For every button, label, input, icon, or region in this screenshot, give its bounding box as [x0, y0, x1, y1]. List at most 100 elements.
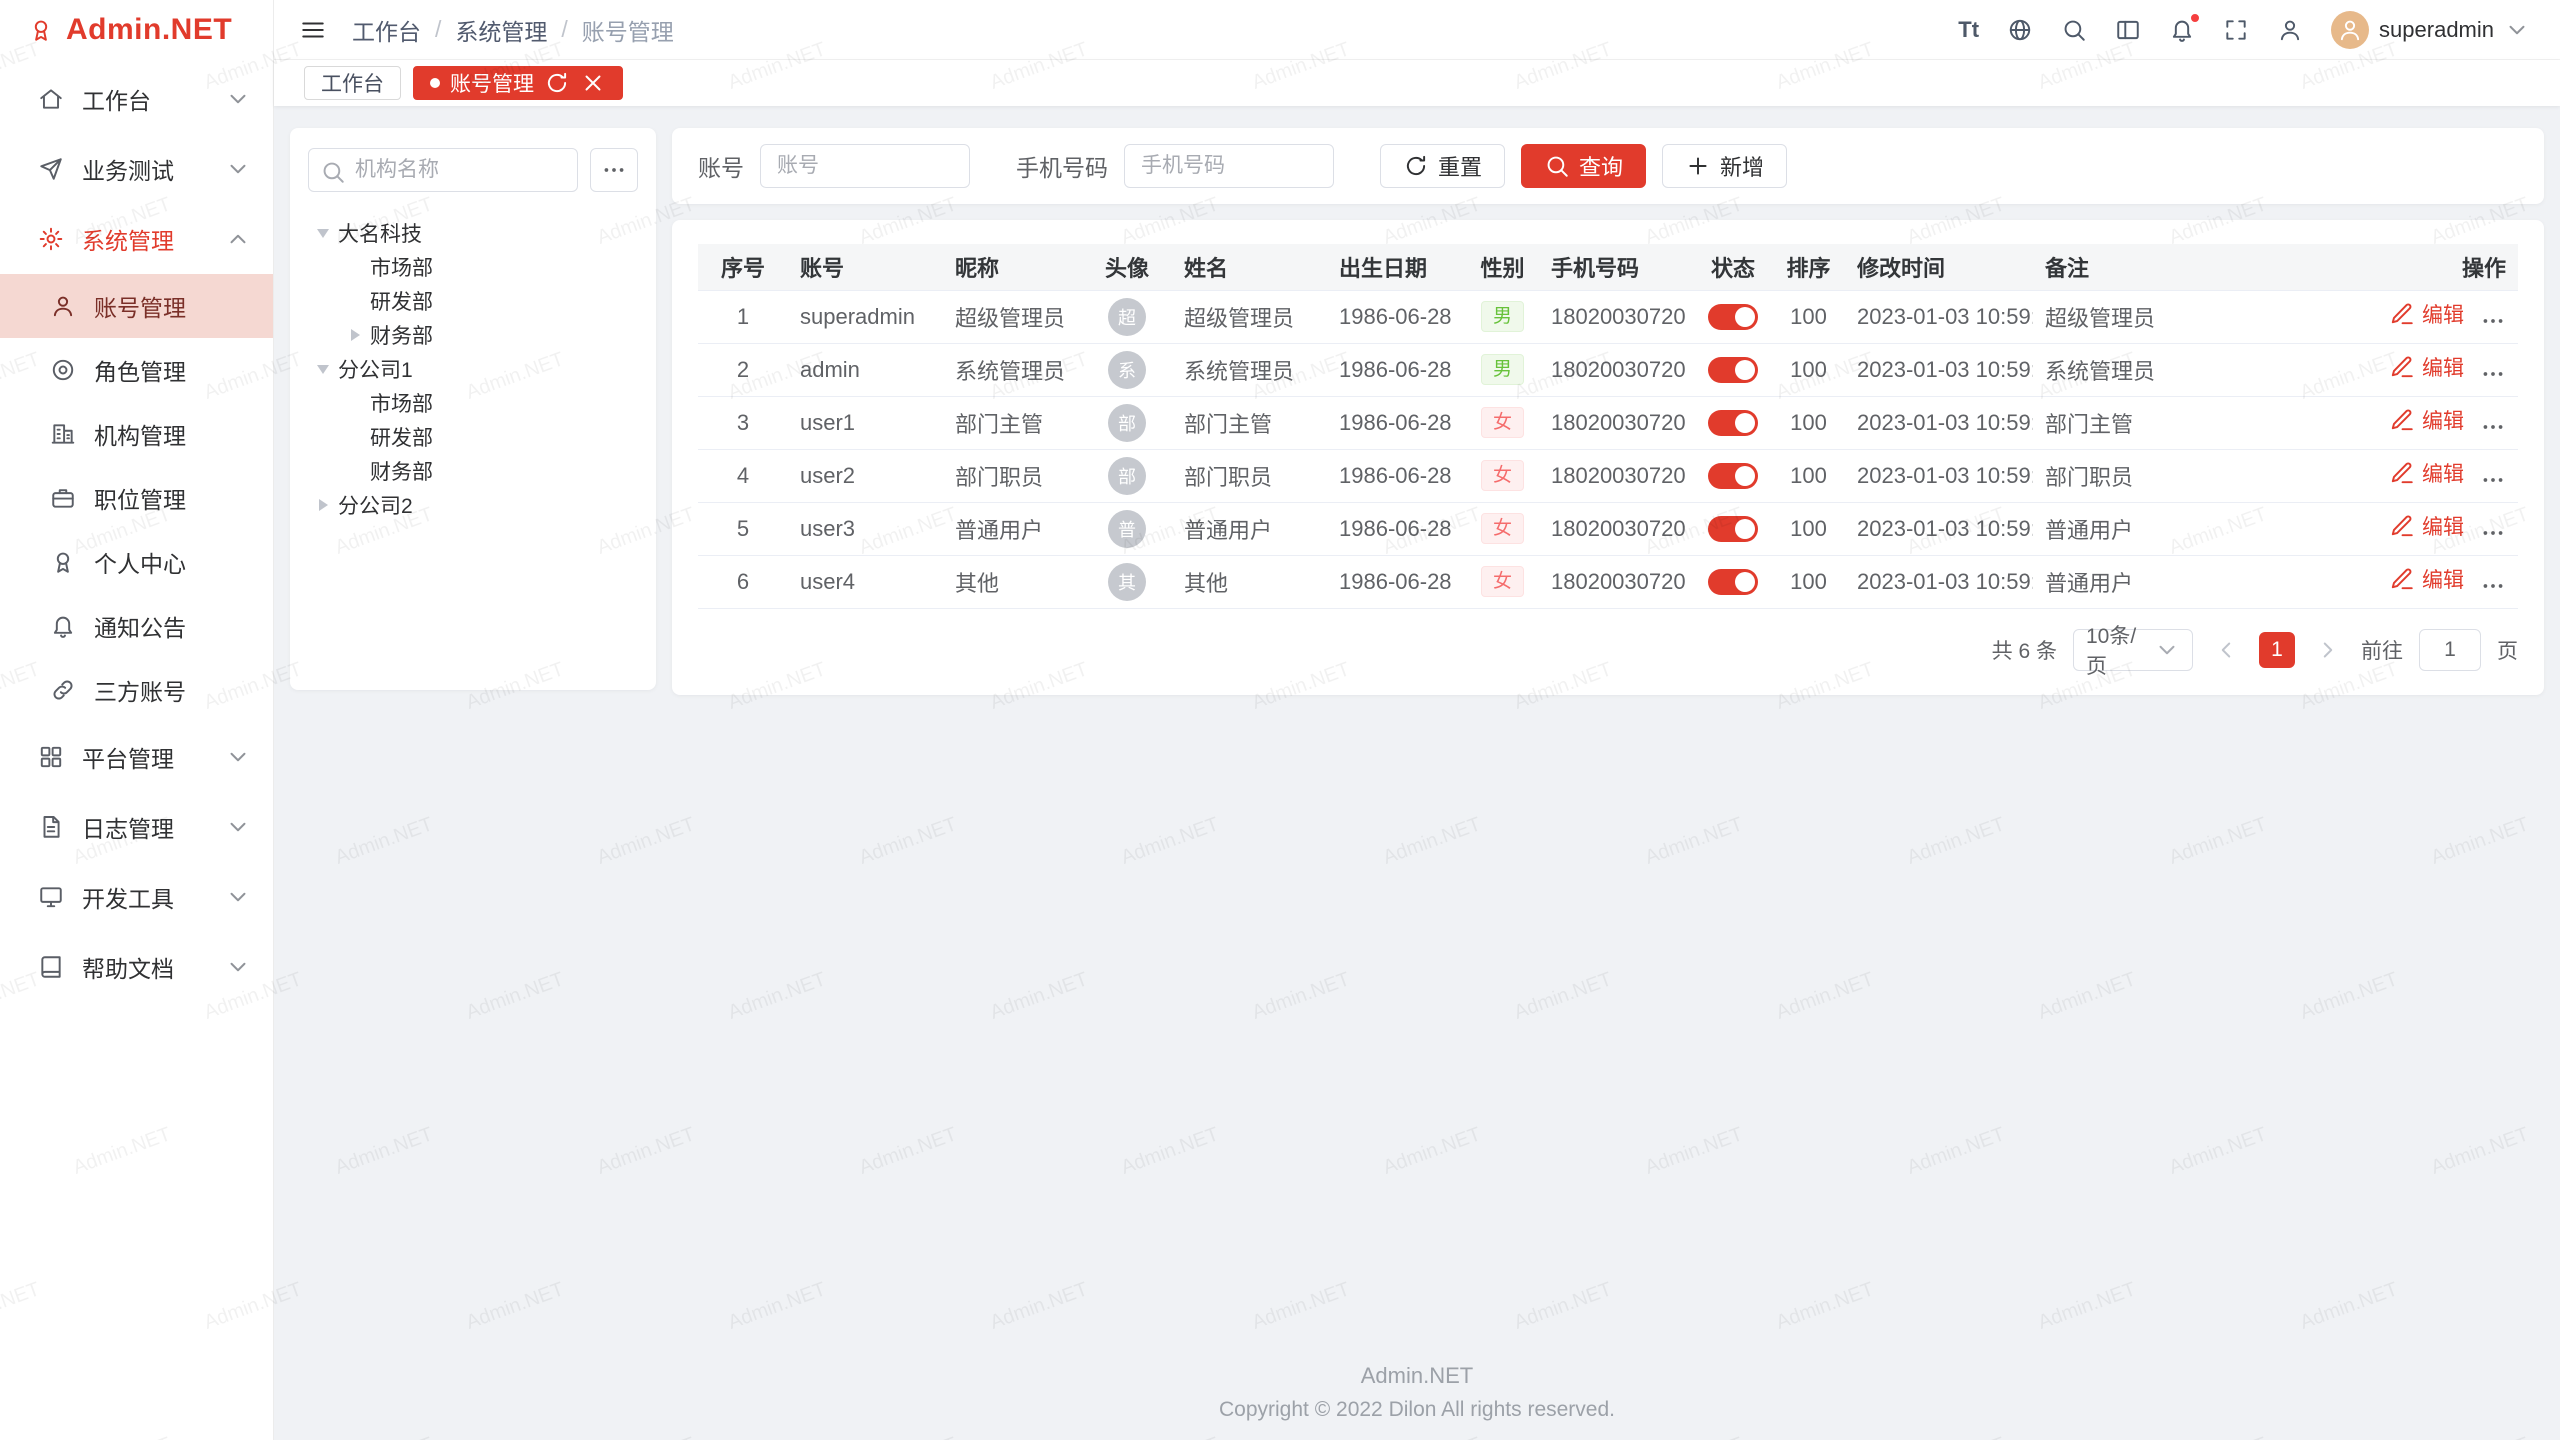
- sidebar-item-position-management[interactable]: 职位管理: [0, 466, 273, 530]
- breadcrumb-separator: /: [435, 16, 441, 43]
- more-actions-icon[interactable]: [2480, 308, 2506, 334]
- edit-button[interactable]: 编辑: [2389, 511, 2464, 541]
- org-name-search-input[interactable]: [308, 148, 578, 192]
- tab-close-icon[interactable]: [580, 70, 606, 96]
- tree-node[interactable]: 市场部: [308, 386, 638, 420]
- tree-node-label: 研发部: [370, 422, 433, 452]
- phone-filter-input[interactable]: [1124, 144, 1334, 188]
- col-avatar: 头像: [1082, 244, 1172, 290]
- cell-name: 普通用户: [1172, 502, 1327, 555]
- next-page-button[interactable]: [2311, 633, 2345, 667]
- breadcrumb-item[interactable]: 系统管理: [455, 13, 547, 47]
- plus-icon: [1685, 153, 1711, 179]
- tree-node[interactable]: 财务部: [308, 318, 638, 352]
- tree-node[interactable]: 研发部: [308, 284, 638, 318]
- edit-button[interactable]: 编辑: [2389, 458, 2464, 488]
- layout-settings-icon[interactable]: [2115, 17, 2141, 43]
- search-button[interactable]: 查询: [1521, 144, 1646, 188]
- status-toggle[interactable]: [1708, 357, 1758, 383]
- current-page-button[interactable]: 1: [2259, 632, 2295, 668]
- account-filter-input[interactable]: [760, 144, 970, 188]
- tree-node[interactable]: 分公司1: [308, 352, 638, 386]
- cell-remark: 系统管理员: [2033, 343, 2371, 396]
- tree-node[interactable]: 研发部: [308, 420, 638, 454]
- gear-icon: [38, 226, 64, 252]
- edit-button[interactable]: 编辑: [2389, 405, 2464, 435]
- profile-icon[interactable]: [2277, 17, 2303, 43]
- goto-page-input[interactable]: [2419, 629, 2481, 671]
- more-actions-icon[interactable]: [2480, 361, 2506, 387]
- fullscreen-icon[interactable]: [2223, 17, 2249, 43]
- tree-node[interactable]: 大名科技: [308, 216, 638, 250]
- menu-collapse-button[interactable]: [300, 17, 326, 43]
- col-actions: 操作: [2371, 244, 2518, 290]
- edit-icon: [2389, 301, 2415, 327]
- edit-icon: [2389, 460, 2415, 486]
- topbar: 工作台 / 系统管理 / 账号管理 Tt superadmin: [274, 0, 2560, 60]
- edit-button[interactable]: 编辑: [2389, 299, 2464, 329]
- sidebar-item-account-management[interactable]: 账号管理: [0, 274, 273, 338]
- status-toggle[interactable]: [1708, 304, 1758, 330]
- user-menu[interactable]: superadmin: [2331, 11, 2530, 49]
- sidebar-item-platform-management[interactable]: 平台管理: [0, 722, 273, 792]
- cell-account: user4: [788, 555, 943, 608]
- app-logo[interactable]: Admin.NET: [0, 0, 273, 60]
- sidebar-item-dev-tools[interactable]: 开发工具: [0, 862, 273, 932]
- sidebar-item-third-party-account[interactable]: 三方账号: [0, 658, 273, 722]
- page-unit-label: 页: [2497, 635, 2518, 665]
- sidebar-item-role-management[interactable]: 角色管理: [0, 338, 273, 402]
- more-actions-icon[interactable]: [2480, 467, 2506, 493]
- sidebar-item-label: 账号管理: [94, 289, 186, 323]
- sidebar-item-help-docs[interactable]: 帮助文档: [0, 932, 273, 1002]
- page-size-select[interactable]: 10条/页: [2073, 629, 2193, 671]
- briefcase-icon: [50, 485, 76, 511]
- gender-badge: 女: [1481, 460, 1524, 492]
- tree-node[interactable]: 分公司2: [308, 488, 638, 522]
- reset-button[interactable]: 重置: [1380, 144, 1505, 188]
- gender-badge: 女: [1481, 566, 1524, 598]
- sidebar-item-business-test[interactable]: 业务测试: [0, 134, 273, 204]
- medal-icon: [50, 549, 76, 575]
- font-size-icon[interactable]: Tt: [1958, 17, 1979, 43]
- edit-button[interactable]: 编辑: [2389, 352, 2464, 382]
- more-actions-icon[interactable]: [2480, 414, 2506, 440]
- cell-account: user1: [788, 396, 943, 449]
- sidebar-item-workbench[interactable]: 工作台: [0, 64, 273, 134]
- tree-node[interactable]: 财务部: [308, 454, 638, 488]
- active-tab-dot: [430, 78, 440, 88]
- edit-button[interactable]: 编辑: [2389, 564, 2464, 594]
- breadcrumb-item[interactable]: 工作台: [352, 13, 421, 47]
- accounts-table-card: 序号 账号 昵称 头像 姓名 出生日期 性别 手机号码 状态 排序 修改时间: [672, 220, 2544, 695]
- sidebar-item-log-management[interactable]: 日志管理: [0, 792, 273, 862]
- tab-refresh-icon[interactable]: [544, 70, 570, 96]
- caret-down-icon[interactable]: [317, 229, 329, 238]
- add-button[interactable]: 新增: [1662, 144, 1787, 188]
- status-toggle[interactable]: [1708, 410, 1758, 436]
- search-icon[interactable]: [2061, 17, 2087, 43]
- tree-node-label: 财务部: [370, 456, 433, 486]
- caret-down-icon[interactable]: [317, 365, 329, 374]
- prev-page-button[interactable]: [2209, 633, 2243, 667]
- status-toggle[interactable]: [1708, 516, 1758, 542]
- sidebar-item-notice[interactable]: 通知公告: [0, 594, 273, 658]
- sidebar-item-personal-center[interactable]: 个人中心: [0, 530, 273, 594]
- tree-more-button[interactable]: [590, 148, 638, 192]
- col-gender: 性别: [1466, 244, 1539, 290]
- notifications-bell-icon[interactable]: [2169, 17, 2195, 43]
- caret-right-icon[interactable]: [319, 499, 328, 511]
- status-toggle[interactable]: [1708, 569, 1758, 595]
- tab-account-management[interactable]: 账号管理: [413, 66, 623, 100]
- more-actions-icon[interactable]: [2480, 520, 2506, 546]
- cell-name: 部门主管: [1172, 396, 1327, 449]
- language-icon[interactable]: [2007, 17, 2033, 43]
- more-actions-icon[interactable]: [2480, 573, 2506, 599]
- sidebar-item-system-management[interactable]: 系统管理: [0, 204, 273, 274]
- sidebar-item-org-management[interactable]: 机构管理: [0, 402, 273, 466]
- tab-workbench[interactable]: 工作台: [304, 66, 401, 100]
- status-toggle[interactable]: [1708, 463, 1758, 489]
- tree-node[interactable]: 市场部: [308, 250, 638, 284]
- chevron-down-icon: [2154, 637, 2180, 663]
- col-nickname: 昵称: [943, 244, 1082, 290]
- caret-right-icon[interactable]: [351, 329, 360, 341]
- edit-icon: [2389, 566, 2415, 592]
